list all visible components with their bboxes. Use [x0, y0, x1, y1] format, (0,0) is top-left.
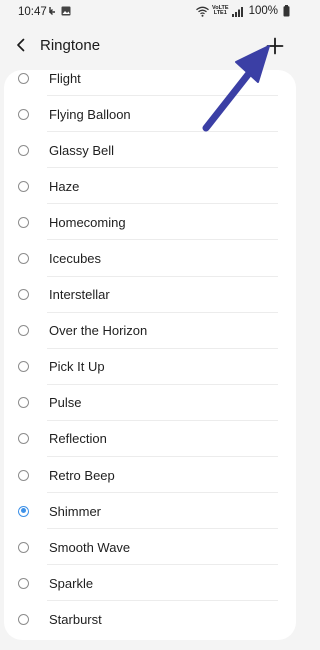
- ringtone-label: Glassy Bell: [49, 142, 115, 158]
- radio-button[interactable]: [18, 469, 29, 481]
- ringtone-item[interactable]: Flight: [4, 70, 296, 97]
- back-arrow-icon: [17, 38, 25, 52]
- ringtone-label: Shimmer: [49, 503, 102, 519]
- ringtone-label: Icecubes: [49, 251, 102, 267]
- ringtone-item[interactable]: Glassy Bell: [4, 132, 296, 169]
- ringtone-label: Reflection: [49, 431, 107, 447]
- battery-icon: [283, 5, 290, 17]
- radio-button[interactable]: [18, 577, 29, 589]
- radio-button[interactable]: [18, 216, 29, 228]
- ringtone-label: Retro Beep: [49, 467, 115, 483]
- back-button[interactable]: [10, 34, 32, 56]
- ringtone-item[interactable]: Haze: [4, 168, 296, 205]
- ringtone-item[interactable]: Flying Balloon: [4, 96, 296, 133]
- app-header: Ringtone: [0, 26, 300, 66]
- ringtone-label: Flying Balloon: [49, 106, 131, 122]
- radio-button[interactable]: [18, 433, 29, 445]
- radio-button[interactable]: [18, 325, 29, 337]
- image-icon: [61, 6, 71, 16]
- ringtone-item[interactable]: Pick It Up: [4, 349, 296, 385]
- radio-button[interactable]: [18, 613, 29, 625]
- ringtone-label: Homecoming: [49, 214, 126, 230]
- radio-button-selected[interactable]: [18, 505, 29, 517]
- ringtone-item[interactable]: Homecoming: [4, 204, 296, 241]
- ringtone-item[interactable]: Shimmer: [4, 493, 296, 530]
- radio-button[interactable]: [18, 108, 29, 120]
- ringtone-item[interactable]: Interstellar: [4, 277, 296, 313]
- ringtone-label: Smooth Wave: [49, 539, 131, 555]
- status-time: 10:47: [18, 6, 47, 18]
- signal-icon: [231, 6, 243, 17]
- ringtone-item[interactable]: Retro Beep: [4, 457, 296, 494]
- plus-icon: [266, 37, 284, 55]
- ringtone-item[interactable]: Starburst: [4, 601, 296, 637]
- ringtone-item[interactable]: Smooth Wave: [4, 529, 296, 566]
- page-title: Ringtone: [40, 37, 101, 54]
- volte-indicator: VoLTE LTE1: [212, 5, 229, 16]
- ringtone-item[interactable]: Pulse: [4, 385, 296, 421]
- radio-button[interactable]: [18, 72, 29, 84]
- wifi-icon: [196, 6, 209, 17]
- ringtone-label: Interstellar: [49, 287, 110, 303]
- ringtone-label: Pick It Up: [49, 359, 105, 375]
- ringtone-list: Flight Flying Balloon Glassy Bell Haze Homec…: [4, 70, 296, 638]
- ringtone-item[interactable]: Sparkle: [4, 565, 296, 602]
- ringtone-list-card: Flight Flying Balloon Glassy Bell Haze Homec…: [4, 70, 296, 640]
- radio-button[interactable]: [18, 180, 29, 192]
- ringtone-label: Haze: [49, 178, 80, 194]
- radio-button[interactable]: [18, 397, 29, 409]
- missed-call-icon: [49, 7, 55, 15]
- status-notification-icons: [48, 6, 71, 16]
- ringtone-label: Sparkle: [49, 575, 94, 591]
- ringtone-item[interactable]: Icecubes: [4, 240, 296, 277]
- radio-button[interactable]: [18, 253, 29, 265]
- add-button[interactable]: [262, 33, 288, 59]
- battery-percentage: 100%: [248, 5, 278, 17]
- ringtone-label: Over the Horizon: [49, 323, 148, 339]
- status-bar: 10:47 VoLTE LTE1 100%: [0, 0, 300, 26]
- radio-button[interactable]: [18, 289, 29, 301]
- radio-button[interactable]: [18, 144, 29, 156]
- lte-label: LTE1: [213, 10, 227, 16]
- ringtone-item[interactable]: Over the Horizon: [4, 313, 296, 349]
- status-right-icons: VoLTE LTE1 100%: [196, 5, 290, 17]
- radio-button[interactable]: [18, 361, 29, 373]
- ringtone-label: Pulse: [49, 395, 82, 411]
- ringtone-label: Starburst: [49, 611, 102, 627]
- ringtone-item[interactable]: Reflection: [4, 421, 296, 458]
- radio-button[interactable]: [18, 541, 29, 553]
- ringtone-label: Flight: [49, 70, 81, 86]
